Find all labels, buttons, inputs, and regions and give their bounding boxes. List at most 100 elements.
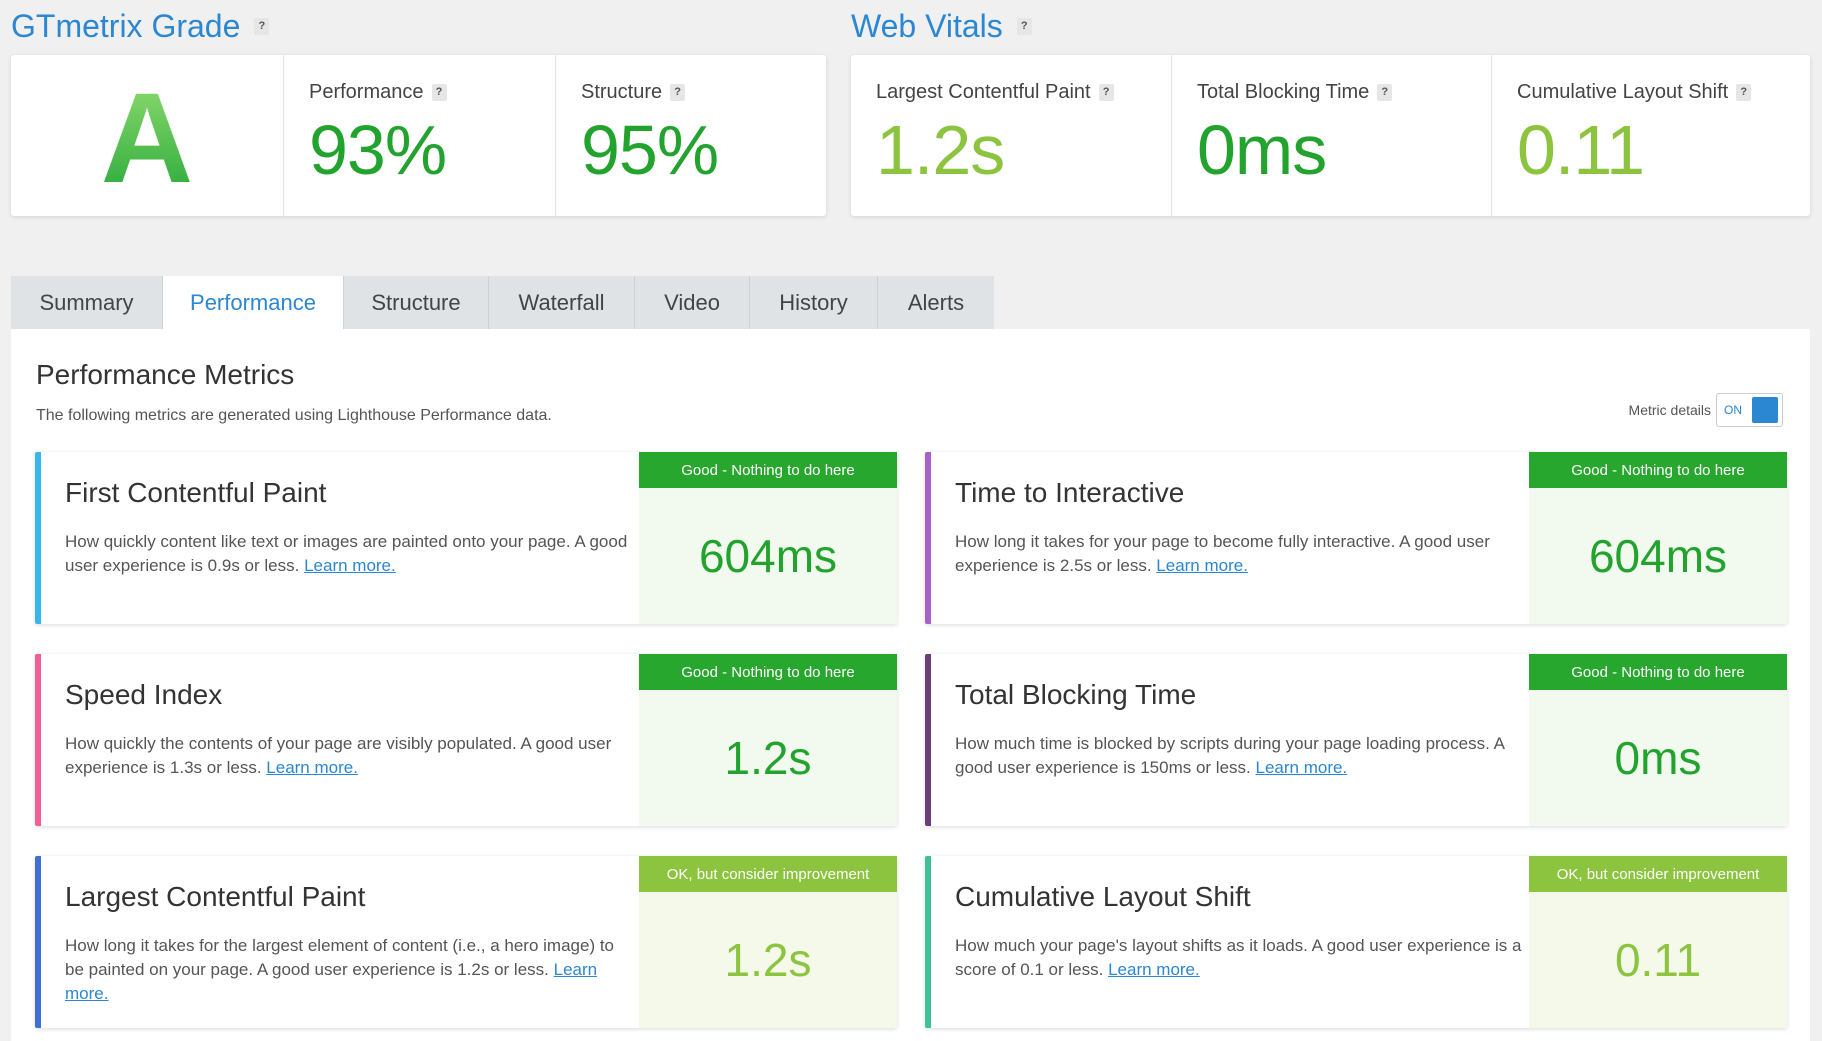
metric-color-bar — [925, 856, 931, 1028]
performance-value: 93% — [309, 111, 447, 189]
metric-card-tbt: Total Blocking Time How much time is blo… — [925, 654, 1787, 826]
tab-structure[interactable]: Structure — [344, 276, 489, 329]
metric-title: Total Blocking Time — [955, 679, 1197, 710]
metric-card-cls: Cumulative Layout Shift How much your pa… — [925, 856, 1787, 1028]
metric-score: Good - Nothing to do here 604ms — [1529, 452, 1787, 624]
metric-color-bar — [925, 452, 931, 624]
metric-value: 0ms — [1529, 690, 1787, 826]
performance-score-cell: Performance? 93% — [283, 55, 555, 216]
learn-more-link[interactable]: Learn more. — [266, 758, 358, 777]
lcp-label: Largest Contentful Paint? — [876, 81, 1171, 104]
metric-value: 1.2s — [639, 690, 897, 826]
grade-panel: A Performance? 93% Structure? 95% — [11, 55, 826, 216]
structure-label: Structure? — [581, 81, 826, 104]
metric-score: Good - Nothing to do here 1.2s — [639, 654, 897, 826]
metric-description: How long it takes for the largest elemen… — [65, 934, 635, 1006]
metric-value: 604ms — [1529, 488, 1787, 624]
web-vitals-title: Web Vitals? — [851, 8, 1032, 45]
metric-value: 604ms — [639, 488, 897, 624]
structure-label-text: Structure — [581, 81, 663, 103]
metric-description: How quickly content like text or images … — [65, 530, 635, 578]
metric-score: OK, but consider improvement 1.2s — [639, 856, 897, 1028]
help-icon[interactable]: ? — [431, 84, 447, 102]
metric-details-toggle[interactable]: ON — [1716, 393, 1783, 427]
metric-status-badge: Good - Nothing to do here — [1529, 452, 1787, 488]
cls-label-text: Cumulative Layout Shift — [1517, 81, 1729, 103]
metric-title: Time to Interactive — [955, 477, 1185, 508]
metric-details-toggle-wrap: Metric details ON — [1629, 393, 1783, 427]
tab-history[interactable]: History — [750, 276, 878, 329]
metric-description-text: How much time is blocked by scripts duri… — [955, 734, 1504, 777]
tbt-label-text: Total Blocking Time — [1197, 81, 1370, 103]
toggle-knob — [1752, 397, 1778, 423]
tbt-vital-cell: Total Blocking Time? 0ms — [1171, 55, 1491, 216]
cls-vital-cell: Cumulative Layout Shift? 0.11 — [1491, 55, 1810, 216]
metric-details-label: Metric details — [1628, 402, 1711, 418]
tab-alerts[interactable]: Alerts — [878, 276, 994, 329]
web-vitals-panel: Largest Contentful Paint? 1.2s Total Blo… — [851, 55, 1810, 216]
help-icon[interactable]: ? — [254, 18, 270, 36]
help-icon[interactable]: ? — [1377, 84, 1393, 102]
metric-status-badge: OK, but consider improvement — [1529, 856, 1787, 892]
learn-more-link[interactable]: Learn more. — [1108, 960, 1200, 979]
metric-status-badge: Good - Nothing to do here — [639, 452, 897, 488]
learn-more-link[interactable]: Learn more. — [1256, 758, 1348, 777]
metric-card-fcp: First Contentful Paint How quickly conte… — [35, 452, 897, 624]
metric-color-bar — [35, 856, 41, 1028]
cls-value: 0.11 — [1517, 111, 1645, 189]
metric-title: Speed Index — [65, 679, 223, 710]
performance-label: Performance? — [309, 81, 555, 104]
performance-metrics-title: Performance Metrics — [36, 359, 295, 390]
metric-card-speed-index: Speed Index How quickly the contents of … — [35, 654, 897, 826]
metric-title: First Contentful Paint — [65, 477, 327, 508]
metric-description: How much time is blocked by scripts duri… — [955, 732, 1525, 780]
lcp-label-text: Largest Contentful Paint — [876, 81, 1091, 103]
metric-color-bar — [35, 654, 41, 826]
tab-video[interactable]: Video — [635, 276, 750, 329]
tab-waterfall[interactable]: Waterfall — [489, 276, 635, 329]
tbt-value: 0ms — [1197, 111, 1327, 189]
metric-score: Good - Nothing to do here 0ms — [1529, 654, 1787, 826]
gtmetrix-grade-title: GTmetrix Grade? — [11, 8, 270, 45]
metric-score: Good - Nothing to do here 604ms — [639, 452, 897, 624]
metric-description: How much your page's layout shifts as it… — [955, 934, 1525, 982]
help-icon[interactable]: ? — [1736, 84, 1752, 102]
metric-description-text: How much your page's layout shifts as it… — [955, 936, 1522, 979]
performance-label-text: Performance — [309, 81, 424, 103]
metric-color-bar — [925, 654, 931, 826]
tbt-label: Total Blocking Time? — [1197, 81, 1491, 104]
tab-performance[interactable]: Performance — [163, 276, 344, 329]
performance-metrics-subtitle: The following metrics are generated usin… — [36, 407, 552, 424]
metric-description: How quickly the contents of your page ar… — [65, 732, 635, 780]
structure-value: 95% — [581, 111, 719, 189]
metric-description-text: How long it takes for the largest elemen… — [65, 936, 615, 979]
help-icon[interactable]: ? — [1016, 18, 1032, 36]
metric-title: Cumulative Layout Shift — [955, 881, 1251, 912]
metric-title: Largest Contentful Paint — [65, 881, 366, 912]
web-vitals-heading: Web Vitals — [851, 8, 1003, 44]
tab-summary[interactable]: Summary — [11, 276, 163, 329]
lcp-value: 1.2s — [876, 111, 1005, 189]
metric-status-badge: Good - Nothing to do here — [1529, 654, 1787, 690]
metric-description: How long it takes for your page to becom… — [955, 530, 1525, 578]
help-icon[interactable]: ? — [1098, 84, 1114, 102]
gtmetrix-grade-heading: GTmetrix Grade — [11, 8, 241, 44]
metric-status-badge: OK, but consider improvement — [639, 856, 897, 892]
metric-status-badge: Good - Nothing to do here — [639, 654, 897, 690]
learn-more-link[interactable]: Learn more. — [304, 556, 396, 575]
performance-content: Performance Metrics The following metric… — [11, 329, 1810, 1041]
metric-color-bar — [35, 452, 41, 624]
metric-value: 0.11 — [1529, 892, 1787, 1028]
metric-card-tti: Time to Interactive How long it takes fo… — [925, 452, 1787, 624]
grade-cell: A — [11, 55, 283, 216]
help-icon[interactable]: ? — [670, 84, 686, 102]
cls-label: Cumulative Layout Shift? — [1517, 81, 1810, 104]
metric-card-lcp: Largest Contentful Paint How long it tak… — [35, 856, 897, 1028]
learn-more-link[interactable]: Learn more. — [1156, 556, 1248, 575]
toggle-state: ON — [1724, 403, 1742, 417]
metric-score: OK, but consider improvement 0.11 — [1529, 856, 1787, 1028]
structure-score-cell: Structure? 95% — [555, 55, 826, 216]
lcp-vital-cell: Largest Contentful Paint? 1.2s — [851, 55, 1171, 216]
metric-value: 1.2s — [639, 892, 897, 1028]
grade-letter: A — [100, 66, 194, 210]
